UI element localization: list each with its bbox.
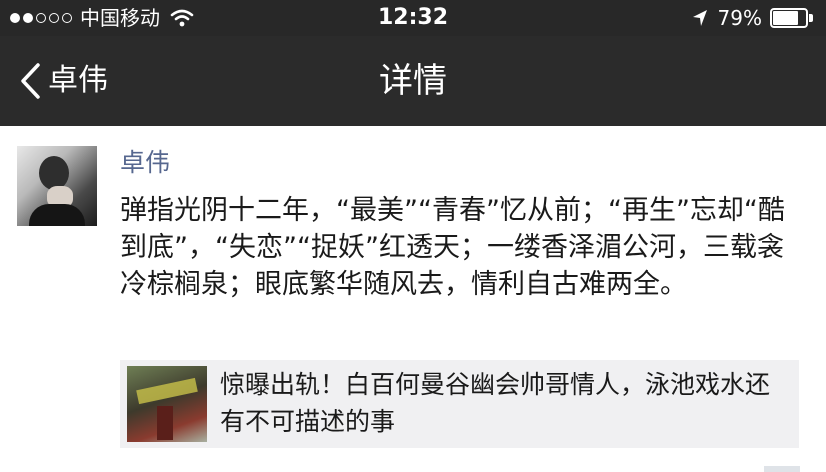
battery-percent: 79% (717, 6, 762, 30)
link-title: 惊曝出轨！白百何曼谷幽会帅哥情人，泳池戏水还有不可描述的事 (220, 370, 771, 436)
comment-button-edge[interactable] (764, 466, 800, 472)
battery-level-fill (773, 11, 799, 25)
status-bar: 中国移动 12:32 79% (0, 0, 826, 36)
location-arrow-icon (692, 10, 707, 26)
avatar[interactable] (17, 146, 97, 226)
link-thumbnail (127, 366, 207, 442)
battery-icon (770, 8, 814, 28)
navigation-bar: 卓伟 详情 (0, 36, 826, 126)
author-name[interactable]: 卓伟 (120, 146, 170, 180)
status-right: 79% (692, 5, 814, 31)
post-detail: 卓伟 弹指光阴十二年，“最美”“青春”忆从前；“再生”忘却“酷到底”，“失恋”“… (0, 126, 826, 472)
page-title: 详情 (379, 61, 447, 101)
post-text: 弹指光阴十二年，“最美”“青春”忆从前；“再生”忘却“酷到底”，“失恋”“捉妖”… (120, 195, 785, 300)
shared-link-card[interactable]: 惊曝出轨！白百何曼谷幽会帅哥情人，泳池戏水还有不可描述的事 (120, 360, 799, 448)
